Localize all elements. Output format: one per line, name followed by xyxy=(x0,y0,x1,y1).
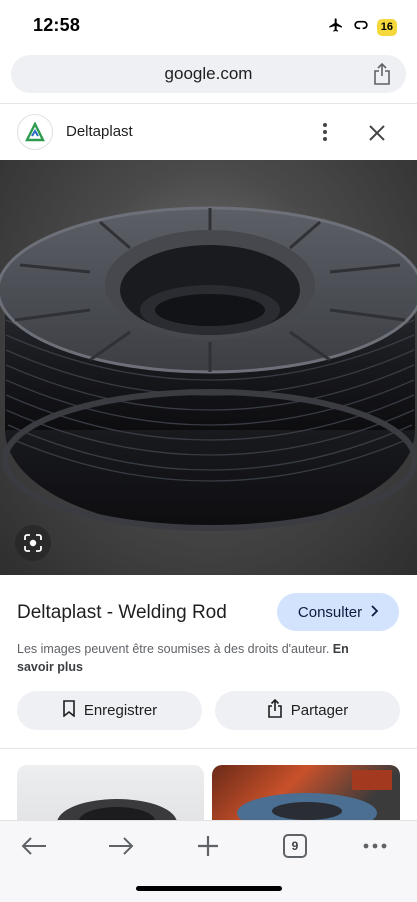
bookmark-icon xyxy=(62,700,76,721)
new-tab-icon[interactable] xyxy=(193,831,223,861)
lens-icon[interactable] xyxy=(15,525,51,561)
more-vert-icon[interactable] xyxy=(318,120,332,144)
battery-icon: 16 xyxy=(376,19,397,36)
home-indicator[interactable] xyxy=(136,886,282,891)
status-time: 12:58 xyxy=(33,15,81,35)
status-icons: 16 xyxy=(327,17,397,38)
divider xyxy=(0,748,417,749)
link-icon xyxy=(351,17,371,38)
url-text[interactable]: google.com xyxy=(11,64,406,84)
result-title: Deltaplast - Welding Rod xyxy=(17,602,227,623)
save-label: Enregistrer xyxy=(83,702,158,719)
product-image[interactable] xyxy=(0,160,417,575)
related-image[interactable] xyxy=(212,765,400,820)
site-name[interactable]: Deltaplast xyxy=(66,123,133,140)
airplane-icon xyxy=(327,17,345,38)
forward-icon[interactable] xyxy=(106,831,136,861)
back-icon[interactable] xyxy=(19,831,49,861)
chevron-right-icon xyxy=(370,604,379,621)
visit-button[interactable]: Consulter xyxy=(277,593,399,631)
tabs-icon[interactable]: 9 xyxy=(280,831,310,861)
site-logo xyxy=(17,114,53,150)
status-bar: 12:58 16 xyxy=(0,0,417,52)
save-button[interactable]: Enregistrer xyxy=(17,691,202,730)
copyright-text: Les images peuvent être soumises à des d… xyxy=(17,642,330,656)
related-image[interactable] xyxy=(17,765,204,820)
copyright-notice: Les images peuvent être soumises à des d… xyxy=(17,640,387,676)
share-button[interactable]: Partager xyxy=(215,691,400,730)
share-label: Partager xyxy=(290,702,349,719)
address-bar[interactable]: google.com xyxy=(11,55,406,93)
more-horiz-icon[interactable] xyxy=(360,831,390,861)
close-icon[interactable] xyxy=(366,122,388,144)
share-icon[interactable] xyxy=(373,62,391,90)
site-header: Deltaplast xyxy=(0,103,417,159)
visit-label: Consulter xyxy=(297,603,363,621)
share-icon xyxy=(267,698,283,722)
tab-count: 9 xyxy=(283,834,307,858)
